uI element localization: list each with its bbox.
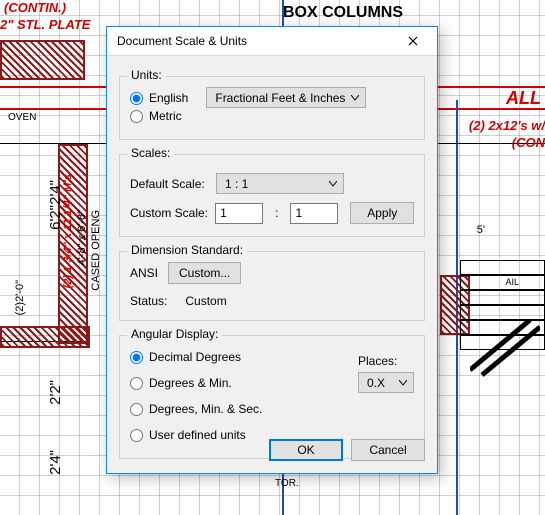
bg-24b: 2'4" (47, 450, 64, 475)
angular-dm-label: Degrees & Min. (149, 376, 232, 390)
bg-contin: (CONTIN.) (4, 0, 66, 15)
dimstd-ansi-label: ANSI (130, 266, 158, 280)
angular-legend: Angular Display: (127, 327, 222, 341)
scales-legend: Scales: (127, 146, 174, 160)
chevron-down-icon (399, 380, 407, 386)
dimstd-status-value: Custom (185, 294, 226, 308)
angular-dm-radio[interactable] (130, 377, 143, 390)
close-button[interactable] (393, 29, 433, 53)
dimstd-custom-button[interactable]: Custom... (168, 262, 241, 284)
bg-cased: CASED OPENG (90, 210, 102, 291)
bg-stl-plate: 2" STL. PLATE (0, 17, 90, 32)
dimstd-status-label: Status: (130, 294, 167, 308)
units-metric-radio[interactable] (130, 110, 143, 123)
dimension-standard-group: Dimension Standard: ANSI Custom... Statu… (119, 251, 425, 321)
default-scale-label: Default Scale: (130, 177, 210, 191)
bg-220: (2)2'-0" (14, 280, 26, 315)
chevron-down-icon (351, 95, 359, 101)
cancel-button[interactable]: Cancel (351, 439, 425, 461)
scales-group: Scales: Default Scale: 1 : 1 Custom Scal… (119, 154, 425, 237)
places-label: Places: (358, 354, 414, 368)
titlebar[interactable]: Document Scale & Units (107, 27, 437, 56)
custom-scale-b-input[interactable] (290, 203, 338, 224)
angular-dms-row[interactable]: Degrees, Min. & Sec. (130, 402, 414, 416)
apply-button[interactable]: Apply (350, 202, 414, 224)
custom-scale-colon: : (269, 206, 284, 220)
dialog-title: Document Scale & Units (117, 34, 393, 48)
units-format-combo[interactable]: Fractional Feet & Inches (206, 87, 366, 108)
bg-all: ALL (506, 88, 541, 109)
bg-ail: AIL (505, 277, 519, 287)
ok-button[interactable]: OK (269, 439, 343, 461)
angular-dms-label: Degrees, Min. & Sec. (149, 402, 262, 416)
bg-con: (CON (512, 135, 545, 150)
dimstd-legend: Dimension Standard: (127, 243, 247, 257)
angular-user-label: User defined units (149, 428, 246, 442)
bg-tor: TOR. (275, 478, 299, 489)
bg-box-columns: BOX COLUMNS (283, 4, 403, 22)
custom-scale-a-input[interactable] (215, 203, 263, 224)
bg-rough: (2) 1 3/4" x 11 1/4" M's (62, 174, 74, 288)
units-legend: Units: (127, 68, 166, 82)
default-scale-value: 1 : 1 (225, 177, 248, 191)
places-value: 0.X (367, 376, 385, 390)
default-scale-combo[interactable]: 1 : 1 (216, 173, 344, 194)
units-english-label: English (149, 91, 188, 105)
units-english-radio[interactable] (130, 92, 143, 105)
units-metric-row[interactable]: Metric (130, 109, 188, 123)
document-scale-units-dialog: Document Scale & Units Units: English Me… (106, 26, 438, 474)
units-group: Units: English Metric Fractional Feet & … (119, 76, 425, 140)
bg-2x12: (2) 2x12's w/ (469, 118, 545, 133)
angular-decimal-label: Decimal Degrees (149, 350, 241, 364)
bg-48: 4'-8" x 6'-8" (76, 210, 88, 265)
units-metric-label: Metric (149, 109, 182, 123)
bg-22: 2'2" (47, 380, 64, 405)
close-icon (408, 36, 418, 46)
units-english-row[interactable]: English (130, 91, 188, 105)
bg-5ft: 5' (477, 224, 485, 236)
custom-scale-label: Custom Scale: (130, 206, 209, 220)
angular-dms-radio[interactable] (130, 403, 143, 416)
units-format-value: Fractional Feet & Inches (215, 91, 345, 105)
angular-user-radio[interactable] (130, 429, 143, 442)
places-combo[interactable]: 0.X (358, 372, 414, 393)
chevron-down-icon (329, 181, 337, 187)
bg-oven: OVEN (8, 112, 36, 123)
angular-decimal-radio[interactable] (130, 351, 143, 364)
